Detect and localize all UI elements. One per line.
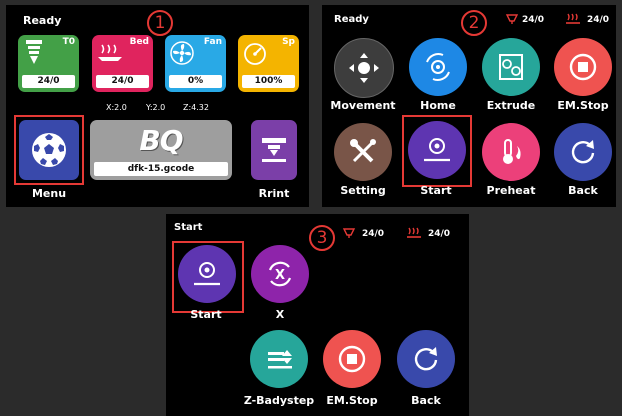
z-babystep-button[interactable]	[250, 330, 308, 388]
back-button[interactable]	[554, 123, 612, 181]
print-label: Rrint	[258, 187, 290, 200]
emergency-stop-label: EM.Stop	[557, 99, 609, 112]
bed-temp: 24/0	[587, 15, 610, 25]
setting-label: Setting	[340, 184, 386, 197]
x-button[interactable]: X	[251, 245, 309, 303]
start-icon	[424, 138, 450, 162]
fan-icon	[170, 41, 194, 65]
nozzle-icon	[26, 40, 42, 64]
extrude-button[interactable]	[482, 38, 540, 96]
svg-text:X: X	[275, 268, 285, 283]
home-button[interactable]	[409, 38, 467, 96]
bed-temp-tile[interactable]: Bed 24/0	[92, 35, 153, 92]
start-print-button[interactable]	[178, 245, 236, 303]
bed-temp: 24/0	[428, 229, 451, 239]
home-icon	[426, 53, 450, 81]
z-coordinate: Z:4.32	[183, 103, 209, 112]
soccer-ball-icon	[32, 133, 66, 167]
thermometer-icon	[503, 139, 521, 164]
emergency-stop-button[interactable]	[323, 330, 381, 388]
start-label: Start	[420, 184, 452, 197]
nozzle-icon	[342, 228, 356, 238]
bed-heat-icon	[407, 227, 421, 238]
home-label: Home	[420, 99, 456, 112]
back-label: Back	[411, 394, 441, 407]
back-icon	[571, 140, 595, 164]
step-number-badge: 1	[147, 8, 173, 36]
tile-value: 24/0	[22, 75, 75, 88]
move-icon	[349, 53, 379, 83]
menu-label: Menu	[31, 187, 67, 200]
x-label: X	[275, 308, 285, 321]
bq-logo: BQ	[139, 124, 183, 157]
file-card[interactable]: BQ dfk-15.gcode	[90, 120, 232, 180]
start-label: Start	[190, 308, 222, 321]
nozzle-temp: 24/0	[522, 15, 545, 25]
preheat-button[interactable]	[482, 123, 540, 181]
stop-icon	[338, 345, 366, 373]
status-text: Ready	[334, 14, 369, 25]
print-button[interactable]	[251, 120, 297, 180]
menu-button[interactable]	[19, 120, 79, 180]
status-text: Ready	[23, 14, 62, 27]
tile-label: Fan	[203, 37, 222, 47]
filename-text: dfk-15.gcode	[94, 162, 228, 176]
nozzle-temp: 24/0	[362, 229, 385, 239]
z-babystep-icon	[268, 350, 292, 369]
speed-tile[interactable]: Sp 100%	[238, 35, 299, 92]
bed-heat-icon	[566, 13, 580, 24]
x-coordinate: X:2.0	[106, 103, 127, 112]
tile-value: 24/0	[96, 75, 149, 88]
start-screen-panel: Start 3 24/0 24/0 Start X X Z-Badystep E…	[166, 214, 469, 416]
extrude-icon	[499, 54, 523, 80]
y-coordinate: Y:2.0	[146, 103, 166, 112]
nozzle-icon	[505, 14, 519, 24]
back-label: Back	[568, 184, 598, 197]
extrude-label: Extrude	[486, 99, 536, 112]
main-screen-panel: Ready 1 T0 24/0 Bed 24/0 Fan 0% Sp 100% …	[6, 5, 309, 207]
speed-icon	[244, 43, 266, 65]
step-number-badge: 2	[461, 8, 487, 36]
back-button[interactable]	[397, 330, 455, 388]
menu-screen-panel: Ready 2 24/0 24/0 Movement Home Extrude …	[322, 5, 616, 207]
tile-label: Sp	[282, 37, 295, 47]
start-button[interactable]	[408, 121, 466, 179]
preheat-label: Preheat	[486, 184, 536, 197]
setting-button[interactable]	[334, 123, 392, 181]
fan-tile[interactable]: Fan 0%	[165, 35, 226, 92]
tile-label: T0	[62, 37, 75, 47]
stop-icon	[569, 53, 597, 81]
status-text: Start	[174, 222, 203, 233]
z-babystep-label: Z-Badystep	[243, 394, 315, 407]
emergency-stop-button[interactable]	[554, 38, 612, 96]
tile-value: 100%	[242, 75, 295, 88]
tile-label: Bed	[129, 37, 149, 47]
nozzle-temp-tile[interactable]: T0 24/0	[18, 35, 79, 92]
tools-icon	[350, 139, 376, 163]
printer-icon	[262, 138, 286, 162]
start-icon	[194, 262, 220, 286]
movement-button[interactable]	[334, 38, 394, 98]
x-rotate-icon: X	[268, 261, 292, 287]
tile-value: 0%	[169, 75, 222, 88]
bed-icon	[98, 44, 122, 61]
emergency-stop-label: EM.Stop	[326, 394, 378, 407]
movement-label: Movement	[330, 99, 396, 112]
step-number-badge: 3	[309, 223, 335, 251]
back-icon	[414, 347, 438, 371]
